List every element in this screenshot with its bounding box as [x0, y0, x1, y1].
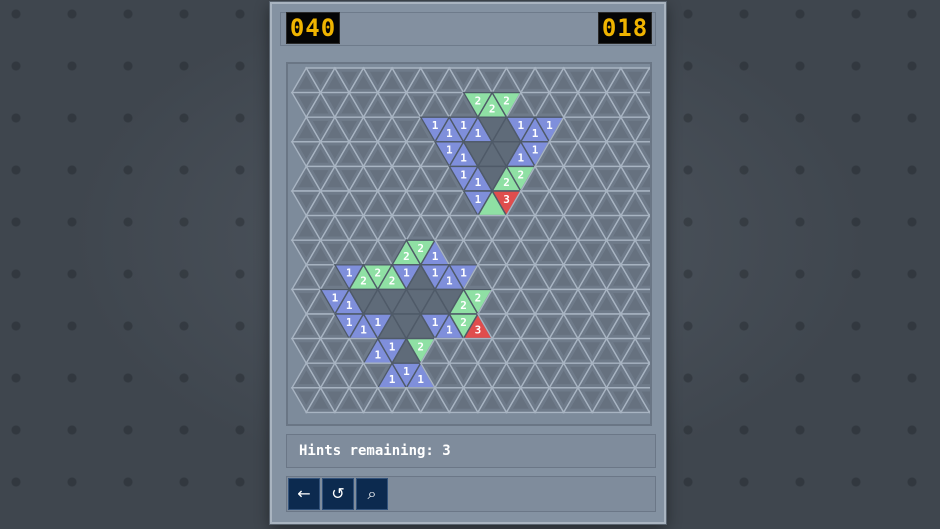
game-board: 2221111111111111221322112221111112211111… [286, 62, 652, 426]
reset-button[interactable]: ↺ [322, 478, 354, 510]
cell-number: 2 [417, 242, 424, 255]
hints-bar: Hints remaining: 3 [286, 434, 656, 468]
cell-number: 2 [475, 291, 482, 304]
cell-number: 1 [332, 291, 339, 304]
cell-number: 1 [475, 127, 482, 140]
triangle-grid: 222111111111 1111 221 322112221 11111 22111 11… [290, 66, 650, 414]
cell-number: 1 [460, 168, 467, 181]
cell-number: 2 [503, 176, 510, 189]
undo-icon: ↺ [331, 484, 345, 503]
cell-number: 1 [389, 373, 396, 386]
cell-number: 1 [517, 119, 524, 132]
back-button[interactable]: ← [288, 478, 320, 510]
cell-number: 1 [346, 316, 353, 329]
cell-number: 1 [460, 152, 467, 165]
cell-number: 3 [503, 193, 510, 206]
cell-number: 1 [417, 373, 424, 386]
cell-number: 1 [532, 144, 539, 157]
cell-number: 1 [432, 267, 439, 280]
toolbar: ← ↺ ⌕ [286, 476, 656, 512]
cell-number: 1 [389, 340, 396, 353]
cell-number: 1 [460, 267, 467, 280]
cell-number: 2 [503, 94, 510, 107]
cell-number: 2 [475, 94, 482, 107]
cell-number: 1 [432, 316, 439, 329]
cell-number: 2 [489, 102, 496, 115]
cell-number: 2 [374, 267, 381, 280]
cell-number: 2 [360, 275, 367, 288]
cell-number: 1 [346, 267, 353, 280]
cell-number: 1 [374, 348, 381, 361]
cell-number: 1 [374, 316, 381, 329]
cell-number: 2 [460, 316, 467, 329]
cell-number: 1 [446, 324, 453, 337]
hints-remaining-label: Hints remaining: 3 [299, 443, 451, 459]
cell-number: 2 [517, 168, 524, 181]
cell-number: 1 [403, 365, 410, 378]
cell-number: 1 [446, 127, 453, 140]
cell-number: 2 [417, 340, 424, 353]
search-button[interactable]: ⌕ [356, 478, 388, 510]
cell-number: 1 [446, 275, 453, 288]
cell-number: 2 [460, 299, 467, 312]
cell-number: 2 [403, 250, 410, 263]
cell-number: 1 [360, 324, 367, 337]
magnifier-icon: ⌕ [367, 484, 377, 503]
cell-number: 1 [446, 144, 453, 157]
cell-number: 1 [475, 193, 482, 206]
cell-number: 1 [403, 267, 410, 280]
cell-number: 1 [546, 119, 553, 132]
cell-number: 1 [346, 299, 353, 312]
game-panel: 040 018 22211111111111112213221122211111… [270, 2, 666, 524]
arrow-left-icon: ← [297, 484, 311, 503]
cell-number: 1 [517, 152, 524, 165]
cell-number: 1 [432, 250, 439, 263]
cell-number: 1 [475, 176, 482, 189]
cell-number: 3 [475, 324, 482, 337]
cell-number: 1 [532, 127, 539, 140]
cell-number: 1 [460, 119, 467, 132]
timer-counter: 018 [598, 12, 652, 44]
cell-number: 2 [389, 275, 396, 288]
mine-counter: 040 [286, 12, 340, 44]
cell-number: 1 [432, 119, 439, 132]
